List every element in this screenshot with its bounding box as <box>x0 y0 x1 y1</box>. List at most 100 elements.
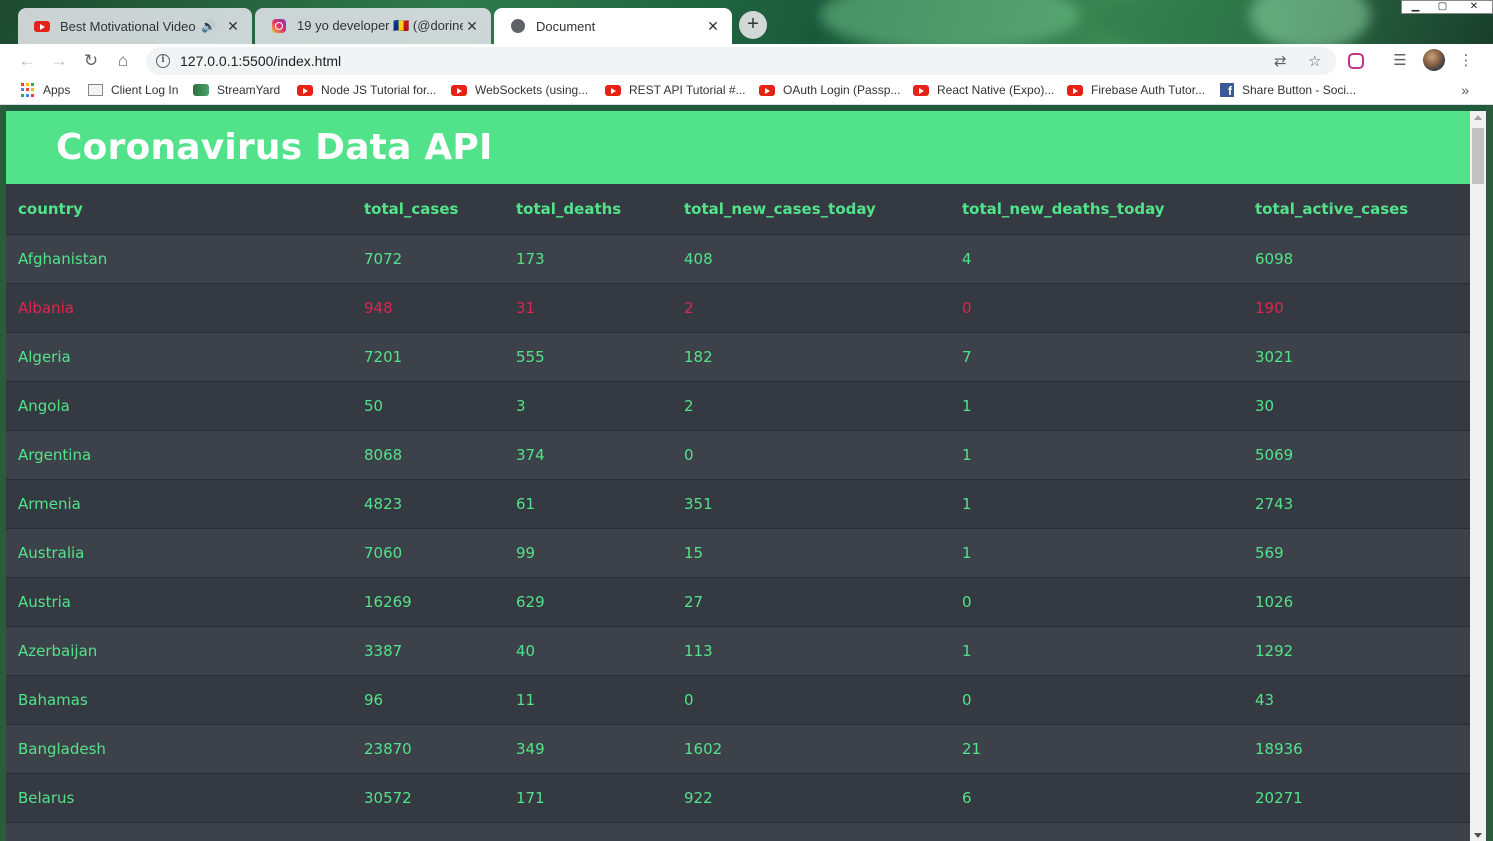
youtube-icon <box>1067 84 1083 96</box>
bookmark-oauth-login[interactable]: OAuth Login (Passp... <box>759 83 900 97</box>
table-cell-country: Argentina <box>6 430 352 480</box>
table-cell-total-active-cases: 1292 <box>1243 626 1470 676</box>
forward-icon[interactable]: → <box>48 50 70 72</box>
menu-kebab-icon[interactable]: ⋮ <box>1455 50 1477 72</box>
bookmark-star-icon[interactable]: ☆ <box>1308 52 1321 70</box>
speaker-icon[interactable]: 🔊 <box>201 19 216 33</box>
page-viewport: Coronavirus Data API country total_cases… <box>6 111 1470 841</box>
table-cell-total-new-cases-today: 408 <box>672 234 950 284</box>
scrollbar-thumb[interactable] <box>1472 128 1484 184</box>
column-header: total_new_cases_today <box>672 184 950 235</box>
instagram-icon <box>271 18 287 34</box>
table-row: Azerbaijan 3387 40 113 1 1292 <box>6 626 1470 676</box>
bookmarks-bar: Apps Client Log In StreamYard Node JS Tu… <box>0 78 1493 105</box>
table-cell-total-new-deaths-today <box>950 822 1243 841</box>
bookmark-label: Client Log In <box>111 83 179 97</box>
table-cell-total-new-deaths-today: 21 <box>950 724 1243 774</box>
column-header: country <box>6 184 352 235</box>
minimize-icon[interactable]: ▁ <box>1402 1 1429 13</box>
tab-motivational-video[interactable]: Best Motivational Video 2019 🔊 ✕ <box>18 8 252 44</box>
instagram-extension-icon[interactable] <box>1345 50 1367 72</box>
table-cell-total-deaths: 11 <box>504 675 672 725</box>
table-row: Austria 16269 629 27 0 1026 <box>6 577 1470 627</box>
bookmark-label: React Native (Expo)... <box>937 83 1055 97</box>
home-icon[interactable]: ⌂ <box>112 50 134 72</box>
table-cell-total-new-cases-today: 182 <box>672 332 950 382</box>
table-cell-total-new-cases-today <box>672 822 950 841</box>
table-cell-total-cases: 4823 <box>352 479 504 529</box>
page-icon <box>88 84 103 96</box>
profile-avatar[interactable] <box>1423 49 1445 71</box>
table-cell-total-new-deaths-today: 1 <box>950 479 1243 529</box>
table-cell-total-cases: 30572 <box>352 773 504 823</box>
translate-icon[interactable]: ⇄ <box>1274 52 1287 70</box>
bookmark-client-log-in[interactable]: Client Log In <box>88 83 178 97</box>
table-row: Angola 50 3 2 1 30 <box>6 381 1470 431</box>
back-icon[interactable]: ← <box>16 50 38 72</box>
media-queue-icon[interactable]: ☰ <box>1389 50 1411 72</box>
table-cell-total-new-deaths-today: 0 <box>950 675 1243 725</box>
table-cell-total-active-cases: 1026 <box>1243 577 1470 627</box>
table-cell-total-new-cases-today: 351 <box>672 479 950 529</box>
table-cell-total-new-cases-today: 15 <box>672 528 950 578</box>
bookmark-react-native[interactable]: React Native (Expo)... <box>913 83 1054 97</box>
table-cell-total-cases: 3387 <box>352 626 504 676</box>
table-cell-total-deaths: 61 <box>504 479 672 529</box>
bookmark-websockets[interactable]: WebSockets (using... <box>451 83 588 97</box>
maximize-icon[interactable]: ▢ <box>1429 1 1456 13</box>
table-cell-total-new-cases-today: 1602 <box>672 724 950 774</box>
table-cell-total-active-cases: 30 <box>1243 381 1470 431</box>
bookmark-share-button[interactable]: f Share Button - Soci... <box>1220 83 1356 98</box>
tab-instagram[interactable]: 19 yo developer 🇷🇴 (@dorinel.js) ✕ <box>255 8 491 44</box>
bookmark-label: OAuth Login (Passp... <box>783 83 901 97</box>
data-table: country total_cases total_deaths total_n… <box>6 184 1470 841</box>
url-text[interactable]: 127.0.0.1:5500/index.html <box>180 53 341 69</box>
bookmark-label: Apps <box>43 83 71 97</box>
close-tab-icon[interactable]: ✕ <box>704 18 722 35</box>
table-cell-total-new-cases-today: 27 <box>672 577 950 627</box>
table-cell-total-deaths: 31 <box>504 283 672 333</box>
browser-toolbar: ← → ↻ ⌂ i 127.0.0.1:5500/index.html ⇄ ☆ … <box>0 44 1493 78</box>
table-row: Bahamas 96 11 0 0 43 <box>6 675 1470 725</box>
vertical-scrollbar[interactable] <box>1470 111 1486 841</box>
bookmark-apps[interactable]: Apps <box>21 83 70 97</box>
table-cell-total-cases: 948 <box>352 283 504 333</box>
table-cell-total-cases: 16269 <box>352 577 504 627</box>
close-tab-icon[interactable]: ✕ <box>224 18 242 35</box>
close-tab-icon[interactable]: ✕ <box>463 18 481 35</box>
table-cell-total-cases: 8068 <box>352 430 504 480</box>
table-cell-total-new-cases-today: 0 <box>672 675 950 725</box>
table-body: Afghanistan 7072 173 408 4 6098 Albania 948 31 2 0… <box>6 234 1470 841</box>
scroll-down-icon[interactable] <box>1474 833 1482 838</box>
bookmark-label: Node JS Tutorial for... <box>321 83 437 97</box>
table-cell-total-new-deaths-today: 4 <box>950 234 1243 284</box>
scroll-up-icon[interactable] <box>1474 115 1482 120</box>
tab-document[interactable]: Document ✕ <box>494 8 732 44</box>
table-cell-total-deaths: 374 <box>504 430 672 480</box>
youtube-icon <box>605 84 621 96</box>
table-cell-total-deaths: 629 <box>504 577 672 627</box>
bookmark-node-js-tutorial[interactable]: Node JS Tutorial for... <box>297 83 436 97</box>
bookmark-firebase-auth[interactable]: Firebase Auth Tutor... <box>1067 83 1205 97</box>
table-cell-total-active-cases: 43 <box>1243 675 1470 725</box>
table-row: Argentina 8068 374 0 1 5069 <box>6 430 1470 480</box>
globe-icon <box>510 18 526 34</box>
table-cell-total-active-cases: 3021 <box>1243 332 1470 382</box>
table-row: Bangladesh 23870 349 1602 21 18936 <box>6 724 1470 774</box>
new-tab-button[interactable]: + <box>739 11 767 39</box>
bookmark-rest-api-tutorial[interactable]: REST API Tutorial #... <box>605 83 746 97</box>
table-header-row: country total_cases total_deaths total_n… <box>6 184 1470 235</box>
bookmark-streamyard[interactable]: StreamYard <box>193 83 280 97</box>
address-bar[interactable]: i 127.0.0.1:5500/index.html ⇄ ☆ <box>146 47 1336 75</box>
info-icon[interactable]: i <box>156 54 170 68</box>
window-close-icon[interactable]: ✕ <box>1456 1 1492 13</box>
table-cell-total-deaths <box>504 822 672 841</box>
column-header: total_new_deaths_today <box>950 184 1243 235</box>
table-row: Armenia 4823 61 351 1 2743 <box>6 479 1470 529</box>
reload-icon[interactable]: ↻ <box>80 50 102 72</box>
bookmarks-overflow-icon[interactable]: » <box>1461 82 1469 98</box>
table-cell-total-active-cases: 6098 <box>1243 234 1470 284</box>
table-row: Afghanistan 7072 173 408 4 6098 <box>6 234 1470 284</box>
table-cell-total-deaths: 555 <box>504 332 672 382</box>
table-cell-total-new-deaths-today: 1 <box>950 528 1243 578</box>
